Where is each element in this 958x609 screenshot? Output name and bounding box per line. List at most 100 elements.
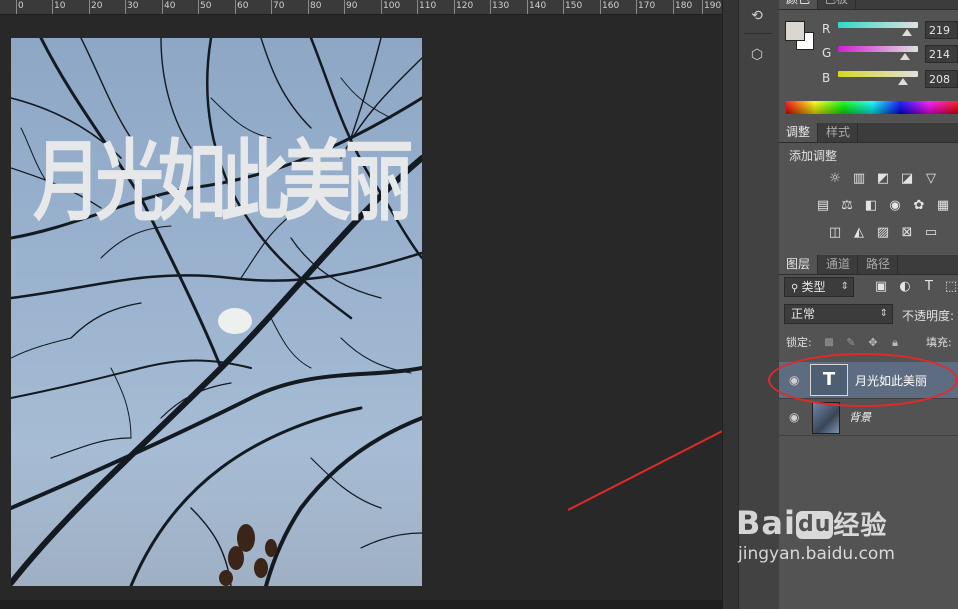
ruler-label: 180 bbox=[675, 1, 693, 11]
tab-layers[interactable]: 图层 bbox=[779, 255, 819, 274]
ruler-tick bbox=[527, 0, 528, 14]
ruler-tick bbox=[636, 0, 637, 14]
ruler-tick bbox=[235, 0, 236, 14]
ruler-tick bbox=[125, 0, 126, 14]
ruler-label: 130 bbox=[492, 1, 510, 11]
green-value-field[interactable]: 214 bbox=[925, 45, 958, 63]
history-icon[interactable]: ⟲ bbox=[746, 5, 768, 27]
blue-slider-thumb[interactable] bbox=[898, 78, 908, 85]
foreground-color-swatch[interactable] bbox=[785, 21, 805, 41]
color-spectrum-bar[interactable] bbox=[786, 101, 958, 114]
ruler-label: 170 bbox=[638, 1, 656, 11]
ruler-label: 150 bbox=[565, 1, 583, 11]
chevron-updown-icon: ⇕ bbox=[840, 281, 849, 292]
ruler-tick bbox=[308, 0, 309, 14]
tab-color[interactable]: 颜色 bbox=[779, 0, 819, 9]
layer-filter-dropdown[interactable]: ⚲ 类型 ⇕ bbox=[784, 277, 854, 297]
blue-slider[interactable] bbox=[838, 71, 918, 77]
ruler-tick bbox=[673, 0, 674, 14]
gradient-map-icon[interactable]: ▭ bbox=[922, 225, 940, 241]
ruler-tick bbox=[417, 0, 418, 14]
invert-icon[interactable]: ◫ bbox=[826, 225, 844, 241]
ruler-label: 10 bbox=[54, 1, 66, 11]
ruler-tick bbox=[490, 0, 491, 14]
red-channel-label: R bbox=[822, 22, 831, 36]
photo-filter-icon[interactable]: ◉ bbox=[886, 198, 904, 214]
brightness-icon[interactable]: ☼ bbox=[826, 171, 844, 187]
layers-panel-tabs: 图层 通道 路径 bbox=[779, 255, 958, 275]
color-lookup-icon[interactable]: ▦ bbox=[934, 198, 952, 214]
3d-cube-icon[interactable]: ⬡ bbox=[746, 44, 768, 66]
lock-label: 锁定: bbox=[786, 336, 812, 349]
tab-channels[interactable]: 通道 bbox=[819, 255, 859, 274]
layer-name[interactable]: 背景 bbox=[849, 409, 871, 425]
ruler-tick bbox=[162, 0, 163, 14]
horizontal-scrollbar[interactable] bbox=[0, 600, 722, 609]
red-slider-thumb[interactable] bbox=[902, 29, 912, 36]
green-slider-thumb[interactable] bbox=[900, 53, 910, 60]
ruler-tick bbox=[381, 0, 382, 14]
ruler-tick bbox=[16, 0, 17, 14]
ruler-label: 140 bbox=[529, 1, 547, 11]
layer-filter-value: 类型 bbox=[801, 280, 826, 294]
type-filter-icon[interactable]: T bbox=[920, 279, 938, 295]
ruler-tick bbox=[344, 0, 345, 14]
tab-adjustments[interactable]: 调整 bbox=[779, 123, 819, 142]
color-balance-icon[interactable]: ⚖ bbox=[838, 198, 856, 214]
ruler-label: 40 bbox=[164, 1, 176, 11]
ruler-label: 80 bbox=[310, 1, 322, 11]
channel-mixer-icon[interactable]: ✿ bbox=[910, 198, 928, 214]
tab-swatches[interactable]: 色板 bbox=[817, 0, 857, 9]
opacity-label: 不透明度: bbox=[902, 309, 955, 323]
ruler-tick bbox=[563, 0, 564, 14]
hue-saturation-icon[interactable]: ▤ bbox=[814, 198, 832, 214]
branches-photo bbox=[11, 38, 422, 586]
canvas-text-layer[interactable]: 月光如此美丽 bbox=[33, 138, 414, 226]
ruler-label: 70 bbox=[273, 1, 285, 11]
posterize-icon[interactable]: ◭ bbox=[850, 225, 868, 241]
adjustment-filter-icon[interactable]: ◐ bbox=[896, 279, 914, 295]
search-icon: ⚲ bbox=[791, 283, 802, 294]
blue-value-field[interactable]: 208 bbox=[925, 70, 958, 88]
green-slider[interactable] bbox=[838, 46, 918, 52]
eye-icon[interactable]: ◉ bbox=[789, 410, 799, 424]
lock-transparent-icon[interactable]: ▩ bbox=[820, 335, 838, 351]
vibrance-icon[interactable]: ▽ bbox=[922, 171, 940, 187]
chevron-updown-icon: ⇕ bbox=[879, 308, 888, 319]
blend-mode-value: 正常 bbox=[791, 307, 816, 321]
color-panel-tabs: 颜色 色板 bbox=[779, 0, 958, 10]
ruler-tick bbox=[198, 0, 199, 14]
ruler-label: 20 bbox=[91, 1, 103, 11]
fill-label: 填充: bbox=[926, 336, 952, 349]
curves-icon[interactable]: ◩ bbox=[874, 171, 892, 187]
add-adjustment-label: 添加调整 bbox=[789, 149, 838, 163]
ruler-label: 120 bbox=[456, 1, 474, 11]
lock-all-icon[interactable]: 🔒︎ bbox=[886, 335, 904, 351]
dock-divider bbox=[744, 33, 772, 34]
watermark-brand: Bai bbox=[736, 504, 796, 542]
ruler-tick bbox=[271, 0, 272, 14]
red-value-field[interactable]: 219 bbox=[925, 21, 958, 39]
tab-styles[interactable]: 样式 bbox=[819, 123, 859, 142]
threshold-icon[interactable]: ▨ bbox=[874, 225, 892, 241]
ruler-label: 100 bbox=[383, 1, 401, 11]
tab-paths[interactable]: 路径 bbox=[859, 255, 899, 274]
ruler-label: 90 bbox=[346, 1, 358, 11]
lock-paint-icon[interactable]: ✎ bbox=[842, 335, 860, 351]
selective-color-icon[interactable]: ⊠ bbox=[898, 225, 916, 241]
lock-position-icon[interactable]: ✥ bbox=[864, 335, 882, 351]
black-white-icon[interactable]: ◧ bbox=[862, 198, 880, 214]
document-canvas[interactable]: 月光如此美丽 bbox=[11, 38, 422, 586]
red-slider[interactable] bbox=[838, 22, 918, 28]
ruler-label: 0 bbox=[18, 1, 24, 11]
blue-channel-label: B bbox=[822, 71, 831, 85]
ruler-label: 30 bbox=[127, 1, 139, 11]
moon-shape bbox=[218, 308, 252, 334]
levels-icon[interactable]: ▥ bbox=[850, 171, 868, 187]
adjustments-panel-tabs: 调整 样式 bbox=[779, 123, 958, 143]
exposure-icon[interactable]: ◪ bbox=[898, 171, 916, 187]
blend-mode-dropdown[interactable]: 正常 ⇕ bbox=[784, 304, 893, 324]
pixel-filter-icon[interactable]: ▣ bbox=[872, 279, 890, 295]
ruler-label: 50 bbox=[200, 1, 212, 11]
shape-filter-icon[interactable]: ⬚ bbox=[942, 279, 958, 295]
